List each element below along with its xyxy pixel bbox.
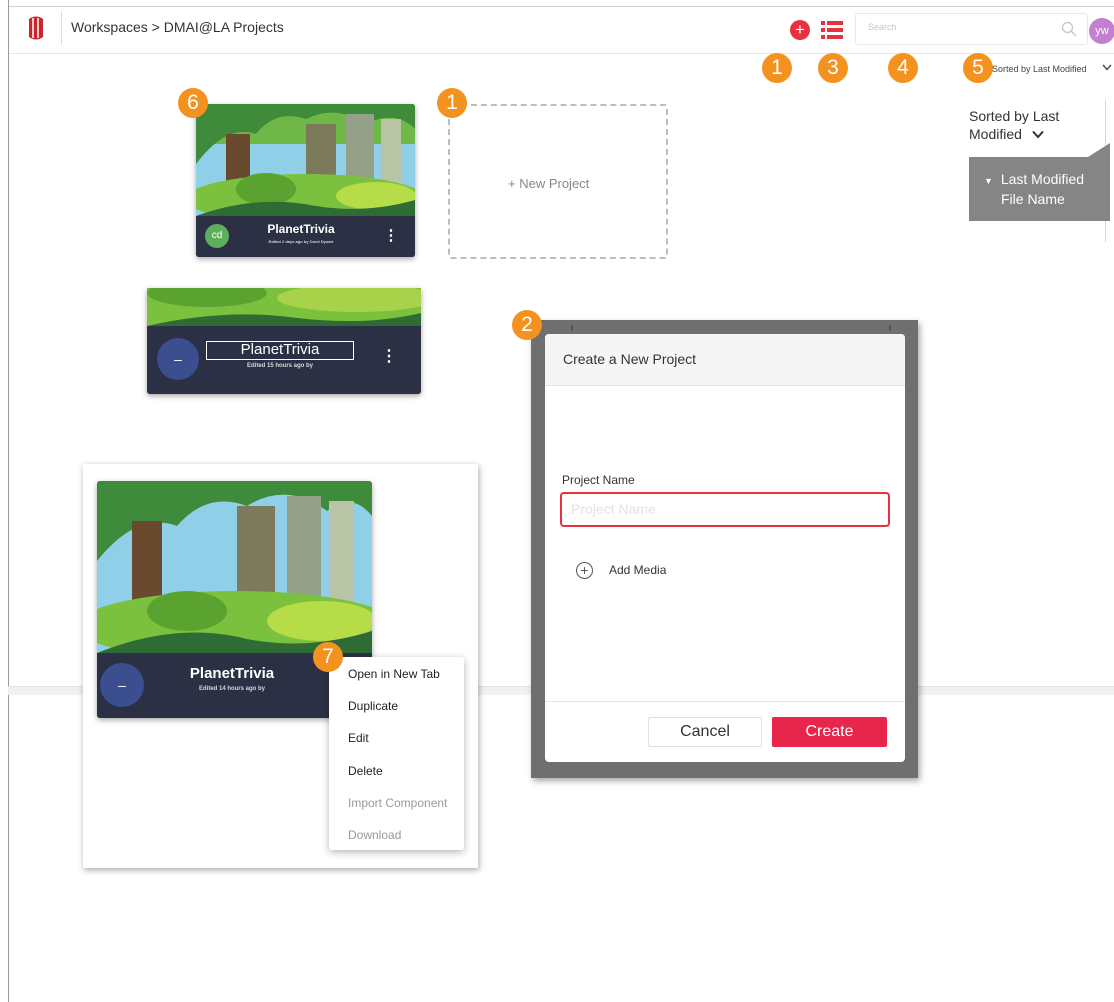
add-circle-icon[interactable]: + [576,562,593,579]
top-header: Workspaces > DMAI@LA Projects + yw [9,7,1114,54]
menu-delete[interactable]: Delete [348,764,383,778]
project-title: PlanetTrivia [189,665,275,682]
sort-panel-label: Sorted by Last Modified [969,108,1060,142]
chevron-down-icon[interactable] [1102,64,1112,72]
project-thumbnail [196,104,415,216]
create-project-dialog: Create a New Project Project Name + Add … [545,334,905,762]
project-edited-info: Edited 2 days ago by Carol Dysart [268,239,334,244]
menu-download: Download [348,828,402,842]
search-input[interactable] [856,14,1058,40]
caret-down-icon: ▼ [984,176,993,186]
project-name-input[interactable] [562,494,871,524]
sort-panel-title[interactable]: Sorted by Last Modified [969,107,1079,143]
project-card[interactable]: cd PlanetTrivia Edited 2 days ago by Car… [196,104,415,257]
header-separator [61,11,62,45]
menu-open-new-tab[interactable]: Open in New Tab [348,667,440,681]
project-name-field[interactable] [560,492,890,527]
project-edited-info: Edited 14 hours ago by [198,686,265,692]
user-avatar[interactable]: yw [1089,18,1114,44]
menu-edit[interactable]: Edit [348,731,369,745]
new-project-label: + New Project [508,176,590,191]
project-card-rename[interactable]: – PlanetTrivia Edited 15 hours ago by ⋮ [147,288,421,394]
sort-selector[interactable]: Sorted by Last Modified [992,64,1087,74]
project-edited-info: Edited 15 hours ago by [246,363,313,369]
chevron-down-icon[interactable] [1032,130,1044,139]
marker-1-add: 1 [762,53,792,83]
add-project-button[interactable]: + [790,20,810,40]
sort-option-label: Last Modified [1000,171,1085,187]
marker-4-search: 4 [888,53,918,83]
backdrop-tick [571,325,573,331]
add-media-button[interactable]: Add Media [609,563,666,577]
marker-1-new-project: 1 [437,88,467,118]
marker-5-sort: 5 [963,53,993,83]
more-options-icon[interactable]: ⋮ [382,226,400,244]
marker-6-card: 6 [178,88,208,118]
project-thumbnail [97,481,372,653]
project-title: PlanetTrivia [240,341,320,358]
owner-avatar: cd [205,224,229,248]
owner-avatar: – [100,663,144,707]
card-footer: – PlanetTrivia Edited 15 hours ago by ⋮ [147,326,421,394]
dropdown-notch [1088,143,1110,157]
marker-7-menu: 7 [313,642,343,672]
search-box[interactable] [855,13,1088,45]
list-view-icon[interactable] [821,21,843,39]
breadcrumb[interactable]: Workspaces > DMAI@LA Projects [71,19,284,35]
app-logo-icon[interactable] [25,15,47,41]
new-project-tile[interactable]: + New Project [448,104,668,259]
backdrop-tick [889,325,891,331]
project-title: PlanetTrivia [267,222,335,236]
sort-dropdown[interactable]: ▼ Last Modified File Name [969,157,1110,221]
context-menu: Open in New Tab Duplicate Edit Delete Im… [329,657,464,850]
dialog-footer-divider [545,701,905,702]
search-icon[interactable] [1061,21,1077,37]
menu-duplicate[interactable]: Duplicate [348,699,398,713]
marker-3-list: 3 [818,53,848,83]
sort-option-file-name[interactable]: File Name [1001,191,1065,207]
sort-option-last-modified[interactable]: ▼ Last Modified [984,171,1084,187]
menu-import-component: Import Component [348,796,448,810]
dialog-title: Create a New Project [563,351,697,367]
card-footer: cd PlanetTrivia Edited 2 days ago by Car… [196,216,415,257]
cancel-button[interactable]: Cancel [648,717,762,747]
owner-avatar: – [157,338,199,380]
frame-border-left [8,0,9,1002]
rename-input[interactable]: PlanetTrivia [206,341,354,360]
project-thumbnail [147,288,421,326]
dialog-header: Create a New Project [545,334,905,386]
project-name-label: Project Name [562,473,635,487]
more-options-icon[interactable]: ⋮ [381,346,397,366]
create-button[interactable]: Create [772,717,887,747]
marker-2-dialog: 2 [512,310,542,340]
